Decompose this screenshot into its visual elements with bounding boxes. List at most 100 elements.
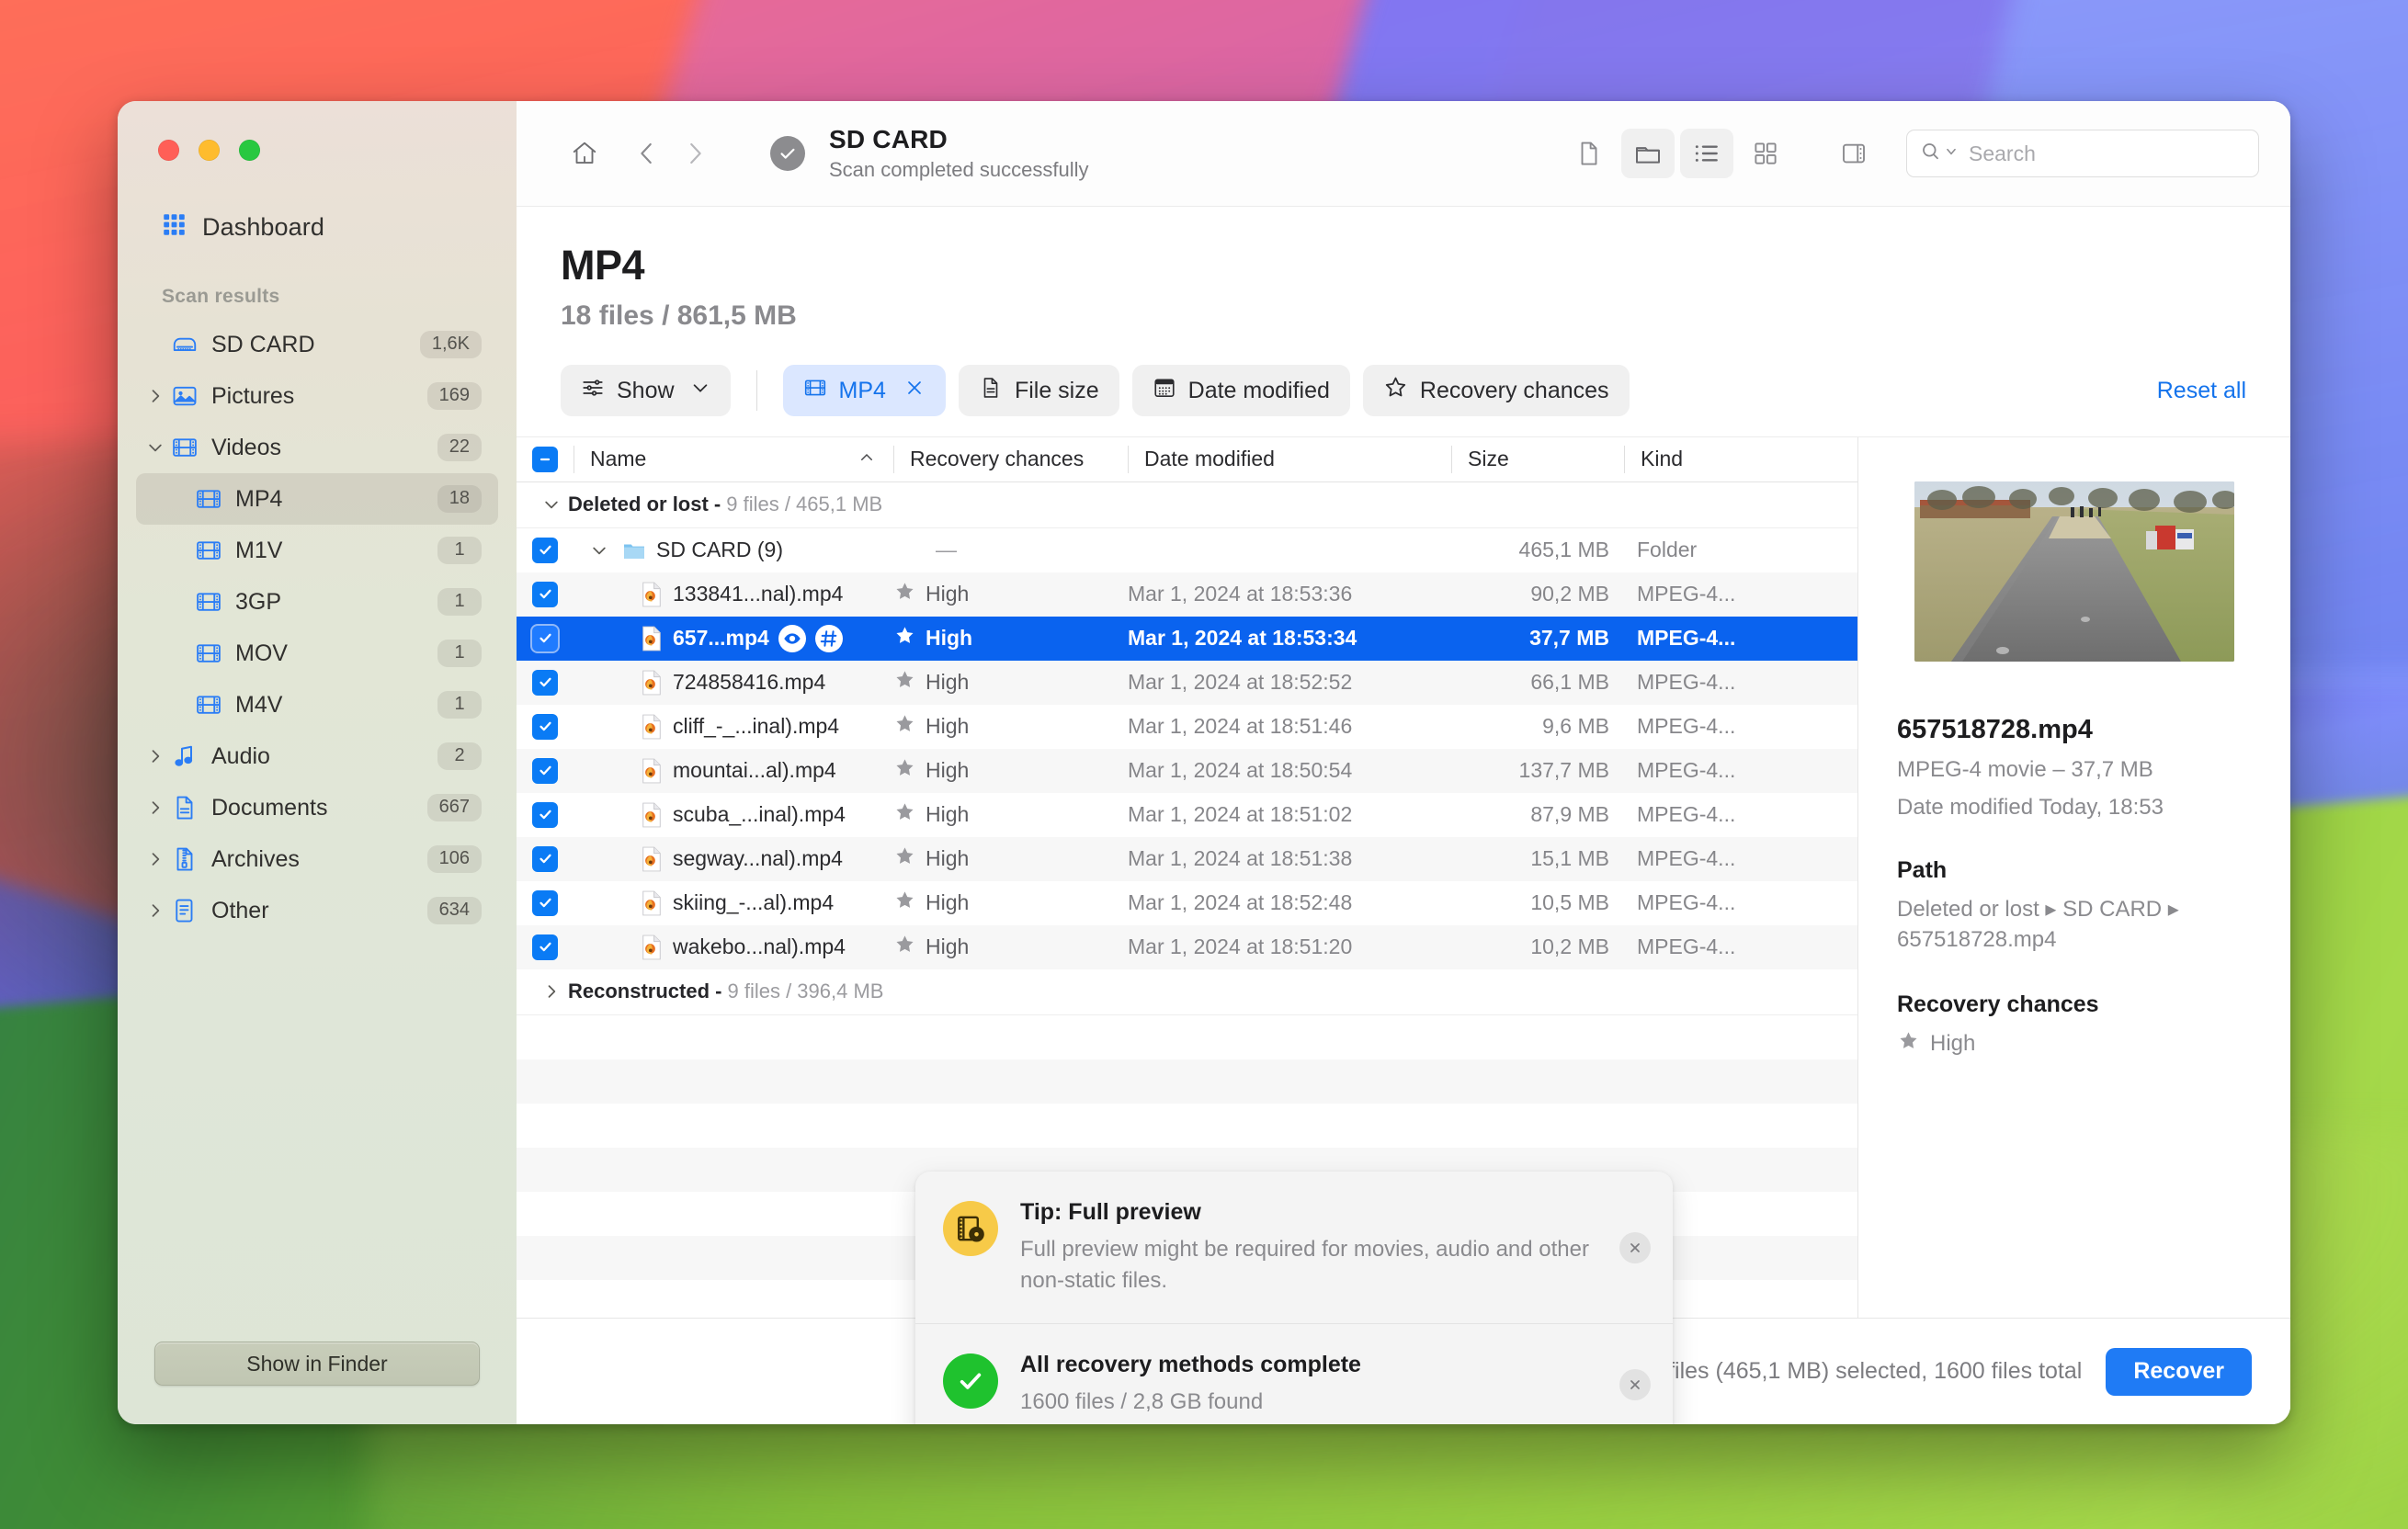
sidebar-item-audio[interactable]: Audio 2 xyxy=(136,731,498,782)
grid-view-icon[interactable] xyxy=(1739,129,1792,178)
sidebar-toggle-icon[interactable] xyxy=(1827,129,1880,178)
sidebar-item-documents[interactable]: Documents 667 xyxy=(136,782,498,833)
filter-chip-date-modified[interactable]: Date modified xyxy=(1131,365,1350,416)
column-header-name[interactable]: Name xyxy=(574,437,893,481)
reset-all-button[interactable]: Reset all xyxy=(2157,378,2246,404)
show-in-finder-button[interactable]: Show in Finder xyxy=(154,1342,480,1386)
filter-chip-mp4-remove-icon[interactable] xyxy=(903,377,926,405)
sidebar-item-3gp[interactable]: 3GP 1 xyxy=(136,576,498,628)
column-header-recovery-chances-label: Recovery chances xyxy=(910,447,1085,471)
close-icon[interactable] xyxy=(1619,1231,1651,1263)
star-icon xyxy=(893,844,916,874)
row-checkbox[interactable] xyxy=(517,837,574,881)
show-filter-button[interactable]: Show xyxy=(561,365,731,416)
eye-icon[interactable] xyxy=(778,624,806,652)
notification-toast: All recovery methods complete 1600 files… xyxy=(915,1323,1673,1424)
chevron-right-icon[interactable] xyxy=(143,901,167,920)
group-meta: 9 files / 396,4 MB xyxy=(727,980,884,1003)
row-checkbox[interactable] xyxy=(517,705,574,749)
film-icon xyxy=(191,588,226,616)
hash-icon[interactable] xyxy=(814,624,843,652)
filter-chip-recovery-chances[interactable]: Recovery chances xyxy=(1362,365,1630,416)
filter-chip-date-modified-label: Date modified xyxy=(1187,377,1330,403)
chevron-right-icon[interactable] xyxy=(143,747,167,765)
table-row[interactable]: scuba_...inal).mp4 High Mar 1, 2024 at 1… xyxy=(517,793,1857,837)
search-dropdown-chevron-icon[interactable] xyxy=(1945,145,1958,163)
table-row[interactable]: mountai...al).mp4 High Mar 1, 2024 at 18… xyxy=(517,748,1857,793)
close-icon[interactable] xyxy=(1619,1368,1651,1400)
sidebar-item-sd-card[interactable]: SD CARD 1,6K xyxy=(136,319,498,370)
table-row[interactable]: segway...nal).mp4 High Mar 1, 2024 at 18… xyxy=(517,836,1857,881)
table-row[interactable]: 657...mp4 High Mar 1, 2024 at 18:53:34 3… xyxy=(517,616,1857,661)
sidebar-item-label: Other xyxy=(211,897,269,923)
table-group-header[interactable]: Reconstructed - 9 files / 396,4 MB xyxy=(517,968,1857,1015)
video-preview-thumbnail[interactable] xyxy=(1914,481,2234,662)
chevron-right-icon[interactable] xyxy=(143,798,167,817)
sidebar-item-m1v[interactable]: M1V 1 xyxy=(136,525,498,576)
row-checkbox[interactable] xyxy=(517,617,574,661)
chevron-right-icon[interactable] xyxy=(143,850,167,868)
row-checkbox[interactable] xyxy=(517,881,574,925)
close-button[interactable] xyxy=(158,140,179,161)
sidebar-item-label: MOV xyxy=(235,640,288,666)
sidebar-nav-list: SD CARD 1,6K Pictures 169 Videos 22 MP4 … xyxy=(118,319,517,936)
folder-view-icon[interactable] xyxy=(1621,129,1675,178)
chevron-down-icon[interactable] xyxy=(542,495,568,514)
list-view-icon[interactable] xyxy=(1680,129,1733,178)
star-icon xyxy=(893,889,916,918)
row-checkbox[interactable] xyxy=(517,749,574,793)
sidebar-item-dashboard[interactable]: Dashboard xyxy=(162,212,517,242)
toast-body: All recovery methods complete 1600 files… xyxy=(1020,1352,1649,1418)
table-row[interactable]: cliff_-_...inal).mp4 High Mar 1, 2024 at… xyxy=(517,705,1857,749)
sidebar-item-pictures[interactable]: Pictures 169 xyxy=(136,370,498,422)
column-header-recovery-chances[interactable]: Recovery chances xyxy=(893,437,1128,481)
table-row[interactable]: wakebo...nal).mp4 High Mar 1, 2024 at 18… xyxy=(517,924,1857,969)
recover-button[interactable]: Recover xyxy=(2106,1347,2252,1396)
sidebar-item-m4v[interactable]: M4V 1 xyxy=(136,679,498,731)
row-checkbox[interactable] xyxy=(517,528,574,572)
row-checkbox[interactable] xyxy=(517,793,574,837)
search-input[interactable]: Search xyxy=(1906,130,2259,177)
filter-chip-file-size[interactable]: File size xyxy=(958,365,1119,416)
chevron-right-icon[interactable] xyxy=(542,982,568,1001)
column-header-kind[interactable]: Kind xyxy=(1624,437,1857,481)
row-size-cell: 90,2 MB xyxy=(1530,582,1609,606)
chevron-down-icon xyxy=(690,378,710,404)
archive-icon xyxy=(167,845,202,873)
minimize-button[interactable] xyxy=(199,140,220,161)
row-checkbox[interactable] xyxy=(517,572,574,617)
detail-recovery-heading: Recovery chances xyxy=(1897,991,2099,1018)
checkbox-checked xyxy=(532,934,558,960)
table-group-header[interactable]: Deleted or lost - 9 files / 465,1 MB xyxy=(517,481,1857,528)
chevron-right-icon[interactable] xyxy=(143,387,167,405)
sidebar-item-other[interactable]: Other 634 xyxy=(136,885,498,936)
zoom-button[interactable] xyxy=(239,140,260,161)
row-checkbox[interactable] xyxy=(517,661,574,705)
back-button[interactable] xyxy=(623,130,671,177)
chevron-down-icon[interactable] xyxy=(143,438,167,457)
table-row[interactable]: 133841...nal).mp4 High Mar 1, 2024 at 18… xyxy=(517,572,1857,617)
sidebar-item-videos[interactable]: Videos 22 xyxy=(136,422,498,473)
chevron-down-icon[interactable] xyxy=(590,541,612,560)
checkbox-mixed xyxy=(532,446,558,472)
toast-text: Full preview might be required for movie… xyxy=(1020,1237,1589,1293)
group-meta: 9 files / 465,1 MB xyxy=(726,493,883,516)
column-header-size[interactable]: Size xyxy=(1451,437,1624,481)
select-all-checkbox[interactable] xyxy=(517,437,574,481)
document-icon xyxy=(167,794,202,821)
row-name-cell: cliff_-_...inal).mp4 xyxy=(574,705,893,749)
column-header-date-modified[interactable]: Date modified xyxy=(1128,437,1451,481)
home-icon[interactable] xyxy=(561,130,608,177)
table-row[interactable]: 724858416.mp4 High Mar 1, 2024 at 18:52:… xyxy=(517,660,1857,705)
row-checkbox[interactable] xyxy=(517,925,574,969)
sidebar-item-mov[interactable]: MOV 1 xyxy=(136,628,498,679)
table-row[interactable]: skiing_-...al).mp4 High Mar 1, 2024 at 1… xyxy=(517,881,1857,925)
filter-chip-mp4[interactable]: MP4 xyxy=(782,365,946,416)
sidebar-item-archives[interactable]: Archives 106 xyxy=(136,833,498,885)
sidebar-item-badge: 667 xyxy=(426,794,482,821)
forward-button[interactable] xyxy=(671,130,719,177)
sidebar-item-mp4[interactable]: MP4 18 xyxy=(136,473,498,525)
sidebar-item-badge: 634 xyxy=(426,897,482,924)
table-row[interactable]: SD CARD (9) — 465,1 MB Folder xyxy=(517,528,1857,572)
file-view-icon[interactable] xyxy=(1562,129,1616,178)
